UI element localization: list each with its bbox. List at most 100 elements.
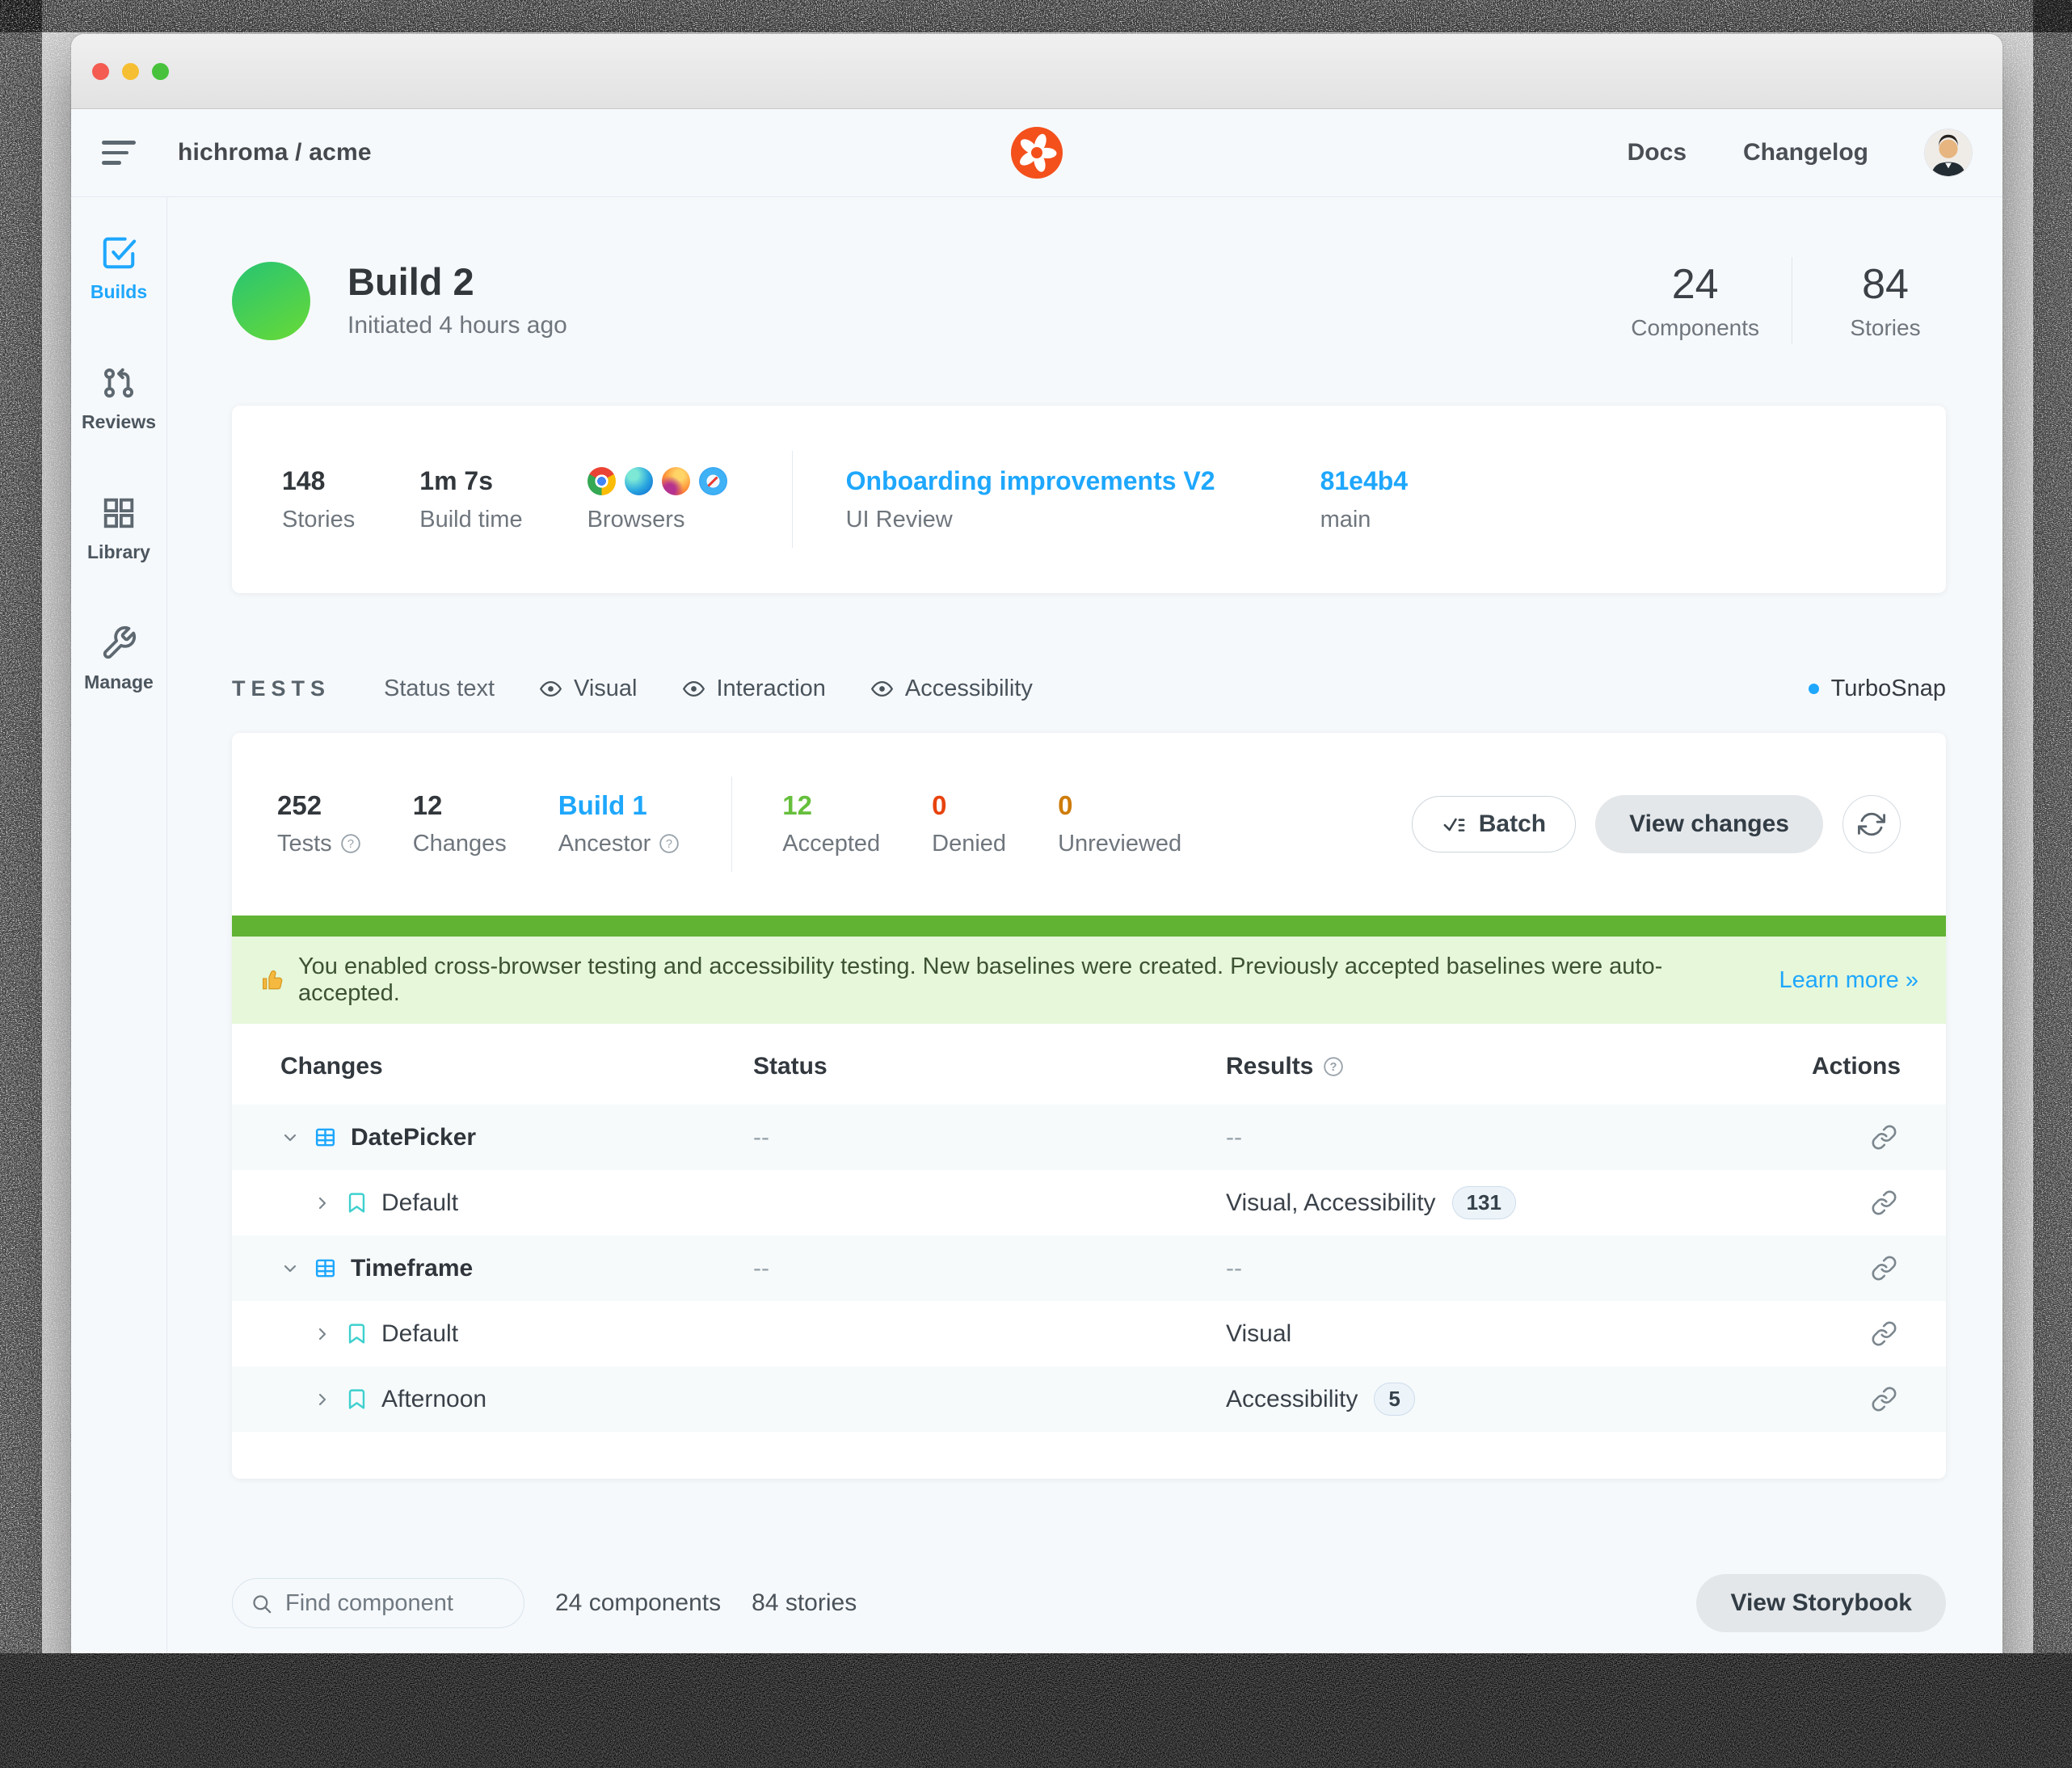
nav-docs[interactable]: Docs (1628, 139, 1687, 166)
titlebar (71, 34, 2003, 109)
component-icon (313, 1256, 338, 1281)
commit-link[interactable]: 81e4b4 (1320, 466, 1409, 497)
link-icon[interactable] (1871, 1124, 1897, 1151)
interaction-toggle[interactable]: Interaction (681, 676, 826, 702)
component-icon (313, 1125, 338, 1150)
eye-icon (538, 676, 563, 701)
batch-button[interactable]: Batch (1412, 796, 1576, 852)
build-status-badge (232, 262, 310, 340)
status-text-toggle[interactable]: Status text (384, 676, 495, 702)
tests-value: 252 (277, 791, 361, 820)
link-icon[interactable] (1871, 1255, 1897, 1282)
table-footer-spacer (232, 1432, 1946, 1479)
grid-icon (100, 495, 137, 532)
learn-more-link[interactable]: Learn more » (1779, 967, 1919, 994)
chevron-right-icon[interactable] (313, 1193, 332, 1213)
results-value: -- (1226, 1124, 1242, 1151)
components-summary: 24 components (555, 1589, 721, 1617)
sidebar-item-library[interactable]: Library (87, 495, 150, 563)
pull-request-icon (100, 364, 137, 402)
app-header: hichroma / acme Docs Changelog (71, 109, 2003, 197)
chevron-down-icon[interactable] (280, 1259, 300, 1278)
component-name[interactable]: DatePicker (351, 1124, 476, 1151)
build-subtitle: Initiated 4 hours ago (347, 312, 567, 339)
eye-icon (681, 676, 706, 701)
sidebar-item-manage[interactable]: Manage (84, 625, 154, 693)
zoom-button[interactable] (152, 63, 169, 80)
screen: { "colors": { "accent_blue": "#1EA7FD", … (0, 0, 2072, 1768)
help-icon[interactable] (1323, 1056, 1344, 1077)
edge-icon (625, 467, 653, 495)
check-square-icon (100, 234, 137, 272)
workspace-breadcrumb[interactable]: hichroma / acme (178, 139, 372, 166)
story-name[interactable]: Default (381, 1189, 458, 1217)
ancestor-build-link[interactable]: Build 1 (558, 791, 680, 820)
branch-link[interactable]: Onboarding improvements V2 (846, 466, 1215, 497)
help-icon[interactable] (659, 833, 680, 854)
accepted-value: 12 (782, 791, 880, 820)
sidebar-toggle-icon[interactable] (102, 141, 136, 165)
link-icon[interactable] (1871, 1189, 1897, 1216)
column-changes: Changes (280, 1053, 753, 1080)
tests-toolbar: TESTS Status text Visual Interaction Acc… (232, 676, 1946, 702)
page-title: Build 2 (347, 263, 567, 301)
unreviewed-value: 0 (1058, 791, 1181, 820)
story-name[interactable]: Default (381, 1320, 458, 1348)
bookmark-icon (345, 1387, 368, 1411)
sidebar-item-builds[interactable]: Builds (91, 234, 147, 303)
components-count: 24 (1672, 260, 1719, 309)
chevron-down-icon[interactable] (280, 1128, 300, 1147)
nav-changelog[interactable]: Changelog (1743, 139, 1868, 166)
changes-value: 12 (413, 791, 507, 820)
refresh-button[interactable] (1842, 795, 1901, 853)
sidebar-item-label: Reviews (82, 411, 156, 433)
minimize-button[interactable] (122, 63, 139, 80)
chrome-icon (587, 467, 616, 495)
help-icon[interactable] (340, 833, 361, 854)
close-button[interactable] (92, 63, 109, 80)
column-status: Status (753, 1053, 1226, 1080)
info-banner: You enabled cross-browser testing and ac… (232, 937, 1946, 1024)
table-row[interactable]: Timeframe -- -- (232, 1235, 1946, 1301)
results-value: Visual, Accessibility (1226, 1189, 1436, 1217)
link-icon[interactable] (1871, 1320, 1897, 1347)
column-results: Results (1226, 1053, 1812, 1080)
results-value: -- (1226, 1255, 1242, 1282)
story-name[interactable]: Afternoon (381, 1386, 486, 1413)
search-input[interactable] (284, 1589, 516, 1618)
sidebar-item-label: Builds (91, 281, 147, 303)
build-time-value: 1m 7s (419, 466, 522, 497)
chevron-right-icon[interactable] (313, 1324, 332, 1344)
stories-value: 148 (282, 466, 355, 497)
eye-icon (870, 676, 895, 701)
component-name[interactable]: Timeframe (351, 1255, 473, 1282)
search-field[interactable] (232, 1578, 524, 1628)
firefox-icon (662, 467, 690, 495)
sidebar-item-reviews[interactable]: Reviews (82, 364, 156, 433)
component-search-row: 24 components 84 stories View Storybook (232, 1574, 1946, 1632)
results-value: Accessibility (1226, 1386, 1358, 1413)
sidebar-item-label: Library (87, 541, 150, 563)
view-storybook-button[interactable]: View Storybook (1696, 1574, 1946, 1632)
turbosnap-chip[interactable]: TurboSnap (1809, 676, 1946, 702)
refresh-icon (1858, 810, 1885, 838)
build-header: Build 2 Initiated 4 hours ago 24 Compone… (232, 257, 1946, 344)
table-row[interactable]: Afternoon Accessibility 5 (232, 1366, 1946, 1432)
results-value: Visual (1226, 1320, 1291, 1348)
link-icon[interactable] (1871, 1386, 1897, 1412)
search-icon (251, 1593, 272, 1614)
results-count-badge: 131 (1452, 1186, 1516, 1219)
view-changes-button[interactable]: View changes (1595, 795, 1823, 853)
table-row[interactable]: DatePicker -- -- (232, 1105, 1946, 1170)
chevron-right-icon[interactable] (313, 1390, 332, 1409)
bookmark-icon (345, 1191, 368, 1214)
chromatic-logo-icon[interactable] (1011, 127, 1063, 179)
main-content: Build 2 Initiated 4 hours ago 24 Compone… (167, 197, 2003, 1715)
visual-toggle[interactable]: Visual (538, 676, 637, 702)
user-avatar[interactable] (1925, 129, 1972, 176)
components-label: Components (1631, 315, 1759, 341)
table-row[interactable]: Default Visual, Accessibility 131 (232, 1170, 1946, 1235)
accessibility-toggle[interactable]: Accessibility (870, 676, 1033, 702)
stories-count: 84 (1862, 260, 1909, 309)
table-row[interactable]: Default Visual (232, 1301, 1946, 1366)
